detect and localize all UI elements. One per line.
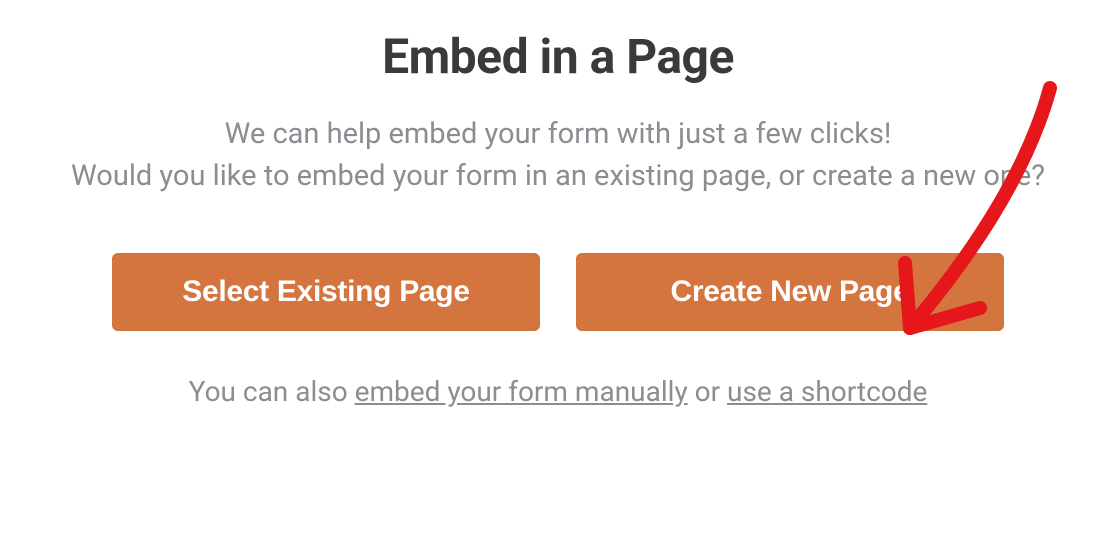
footer-middle: or — [688, 375, 727, 408]
embed-manually-link[interactable]: embed your form manually — [355, 375, 688, 408]
modal-title: Embed in a Page — [382, 28, 734, 85]
select-existing-page-button[interactable]: Select Existing Page — [112, 253, 540, 331]
footer-text: You can also embed your form manually or… — [189, 375, 928, 408]
modal-description: We can help embed your form with just a … — [71, 113, 1045, 197]
button-row: Select Existing Page Create New Page — [112, 253, 1004, 331]
description-line-2: Would you like to embed your form in an … — [71, 159, 1045, 193]
description-line-1: We can help embed your form with just a … — [225, 117, 892, 151]
footer-prefix: You can also — [189, 375, 355, 408]
use-shortcode-link[interactable]: use a shortcode — [727, 375, 927, 408]
create-new-page-button[interactable]: Create New Page — [576, 253, 1004, 331]
